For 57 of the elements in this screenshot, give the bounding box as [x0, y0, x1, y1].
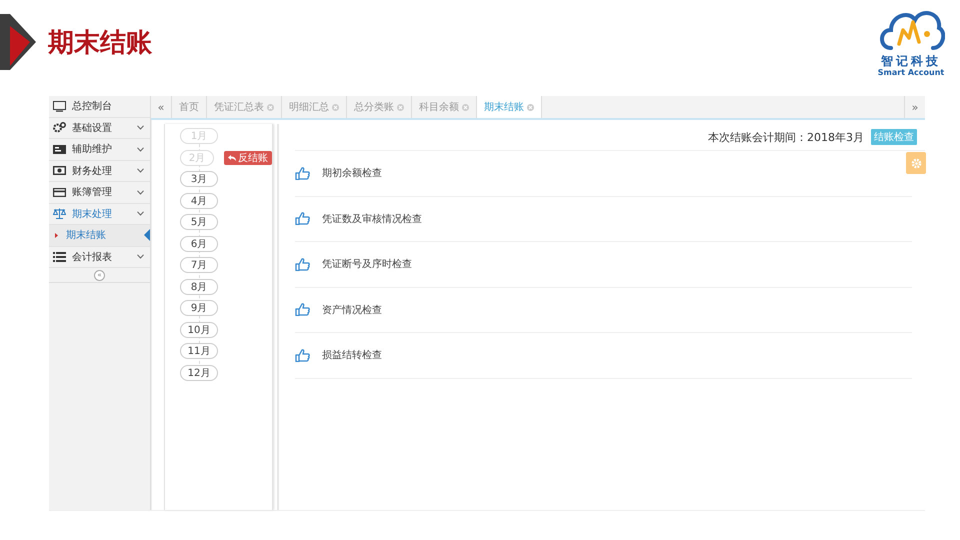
sidebar-item[interactable]: 财务处理 [49, 160, 150, 182]
logo-tagline: Smart Account [878, 68, 944, 77]
thumbs-up-icon [295, 212, 310, 226]
check-item: 期初余额检查 [322, 166, 382, 180]
check-item: 凭证断号及序时检查 [322, 258, 412, 272]
undo-icon [228, 154, 236, 160]
month-button[interactable]: 6月 [180, 236, 218, 252]
check-item: 凭证数及审核情况检查 [322, 212, 422, 226]
check-item: 损益结转检查 [322, 348, 382, 362]
period-text: 本次结账会计期间：2018年3月 [708, 130, 864, 144]
month-button[interactable]: 8月 [180, 278, 218, 294]
money-icon [53, 165, 66, 176]
chevron-down-icon [137, 254, 144, 260]
scroll-right-button[interactable]: » [904, 96, 925, 118]
reopen-button[interactable]: 反结账 [224, 150, 272, 164]
check-item: 资产情况检查 [322, 304, 382, 317]
close-icon[interactable] [527, 104, 534, 110]
close-icon[interactable] [267, 104, 274, 110]
gears-icon [53, 122, 66, 134]
month-button[interactable]: 4月 [180, 192, 218, 208]
thumbs-up-icon [295, 166, 310, 180]
scales-icon [53, 208, 66, 220]
card-icon [53, 144, 66, 155]
settings-button[interactable] [906, 152, 926, 174]
thumbs-up-icon [295, 348, 310, 362]
month-button[interactable]: 12月 [180, 364, 218, 380]
month-button[interactable]: 7月 [180, 257, 218, 273]
sidebar-item[interactable]: 账簿管理 [49, 182, 150, 204]
month-button[interactable]: 10月 [180, 322, 218, 338]
logo-name: 智记科技 [881, 54, 941, 68]
chevron-down-icon [137, 125, 144, 130]
sidebar-item[interactable]: 总控制台 [49, 96, 150, 118]
scroll-left-button[interactable]: « [151, 96, 172, 118]
chevron-down-icon [137, 211, 144, 216]
chevron-down-icon [137, 168, 144, 174]
month-button[interactable]: 3月 [180, 171, 218, 187]
sidebar-item[interactable]: 辅助维护 [49, 139, 150, 160]
thumbs-up-icon [295, 258, 310, 271]
list-icon [53, 251, 66, 262]
credit-card-icon [53, 186, 66, 198]
month-button[interactable]: 11月 [180, 343, 218, 359]
settings-icon [910, 158, 922, 168]
close-icon[interactable] [462, 104, 469, 110]
month-button[interactable]: 5月 [180, 214, 218, 230]
monitor-icon [53, 100, 66, 112]
bullet-icon [55, 232, 58, 238]
close-icon[interactable] [332, 104, 339, 110]
thumbs-up-icon [295, 303, 310, 316]
month-button[interactable]: 9月 [180, 300, 218, 316]
close-icon[interactable] [397, 104, 404, 110]
chevron-down-icon [137, 190, 144, 195]
chevron-down-icon [137, 146, 144, 152]
sidebar-item[interactable]: 基础设置 [49, 118, 150, 139]
slide-title: 期末结账 [48, 26, 152, 60]
sidebar-subitem[interactable]: 期末结账 [49, 225, 150, 246]
sidebar-item[interactable]: 会计报表 [49, 246, 150, 268]
arrow-marker-icon [0, 14, 36, 70]
